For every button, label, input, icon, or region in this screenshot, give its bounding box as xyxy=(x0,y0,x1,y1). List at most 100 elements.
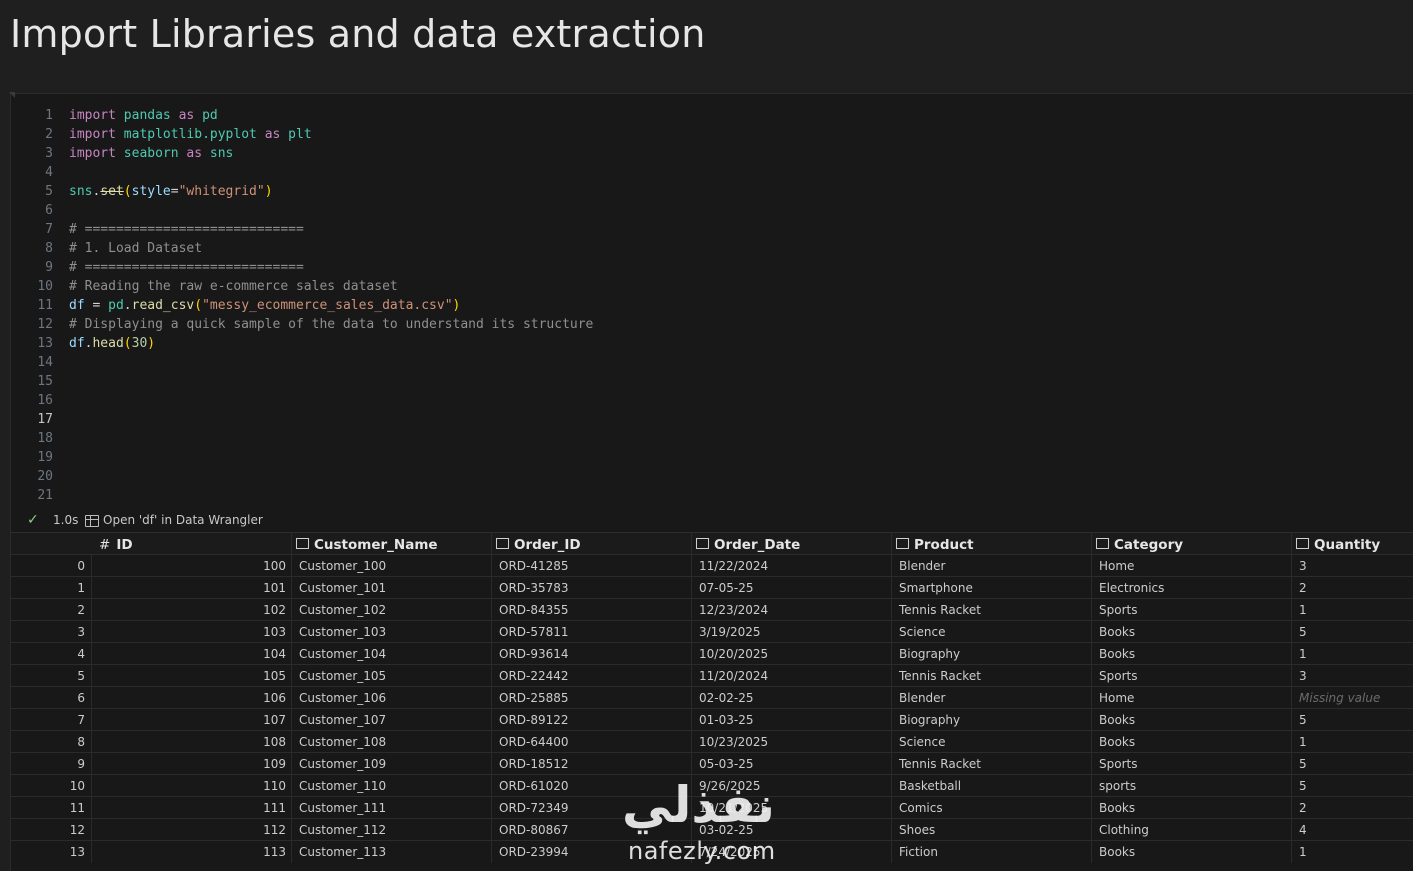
line-number: 12 xyxy=(37,317,53,332)
code-line-5[interactable]: 5 sns.set(style="whitegrid") xyxy=(11,182,1411,201)
hash-icon: # xyxy=(99,537,111,553)
code-line-11[interactable]: 11 df = pd.read_csv("messy_ecommerce_sale… xyxy=(11,296,1411,315)
column-header-category[interactable]: Category xyxy=(1091,533,1292,555)
table-row[interactable]: 8 108 Customer_108 ORD-64400 10/23/2025 Scien… xyxy=(11,730,1413,753)
table-row[interactable]: 2 102 Customer_102 ORD-84355 12/23/2024 Tenni… xyxy=(11,598,1413,621)
page-title: Import Libraries and data extraction xyxy=(10,12,706,56)
cell-order-date: 05-03-25 xyxy=(691,753,895,775)
column-label: ID xyxy=(116,537,133,553)
code-line-3[interactable]: 3 import seaborn as sns xyxy=(11,144,1411,163)
code-line-6[interactable]: 6 xyxy=(11,201,1411,220)
cell-order-date: 11/22/2024 xyxy=(691,555,895,577)
code-line-8[interactable]: 8 # 1. Load Dataset xyxy=(11,239,1411,258)
table-row[interactable]: 5 105 Customer_105 ORD-22442 11/20/2024 Tenni… xyxy=(11,664,1413,687)
column-label: Quantity xyxy=(1314,537,1381,553)
code-line-4[interactable]: 4 xyxy=(11,163,1411,182)
column-header-customer-name[interactable]: Customer_Name xyxy=(291,533,492,555)
row-index: 11 xyxy=(69,801,85,815)
code-line-7[interactable]: 7 # ============================ xyxy=(11,220,1411,239)
row-index: 10 xyxy=(69,779,85,793)
code-line-13[interactable]: 13 df.head(30) xyxy=(11,334,1411,353)
cell-quantity: 3 xyxy=(1291,555,1413,577)
text-type-icon xyxy=(496,538,509,549)
table-row[interactable]: 12 112 Customer_112 ORD-80867 03-02-25 Shoes C… xyxy=(11,818,1413,841)
cell-product: Science xyxy=(891,621,1095,643)
row-index: 3 xyxy=(77,625,85,639)
line-number: 17 xyxy=(37,412,53,427)
code-line-21[interactable]: 21 xyxy=(11,486,1411,505)
table-row[interactable]: 3 103 Customer_103 ORD-57811 3/19/2025 Scienc… xyxy=(11,620,1413,643)
column-label: Order_Date xyxy=(714,537,801,553)
cell-customer-name: Customer_106 xyxy=(291,687,495,709)
table-row[interactable]: 1 101 Customer_101 ORD-35783 07-05-25 Smartph… xyxy=(11,576,1413,599)
cell-customer-name: Customer_100 xyxy=(291,555,495,577)
code-line-1[interactable]: 1 import pandas as pd xyxy=(11,106,1411,125)
code-line-10[interactable]: 10 # Reading the raw e-commerce sales dat… xyxy=(11,277,1411,296)
cell-category: Sports xyxy=(1091,665,1295,687)
column-header-quantity[interactable]: Quantity xyxy=(1291,533,1413,555)
row-index: 9 xyxy=(77,757,85,771)
cell-id: 112 xyxy=(91,819,290,841)
notebook-code-cell[interactable]: 1 import pandas as pd 2 import matplotlib.… xyxy=(9,92,1413,871)
code-line-12[interactable]: 12 # Displaying a quick sample of the dat… xyxy=(11,315,1411,334)
line-number: 8 xyxy=(45,241,53,256)
table-row[interactable]: 6 106 Customer_106 ORD-25885 02-02-25 Blender… xyxy=(11,686,1413,709)
code-line-18[interactable]: 18 xyxy=(11,429,1411,448)
cell-product: Blender xyxy=(891,687,1095,709)
code-line-20[interactable]: 20 xyxy=(11,467,1411,486)
cell-category: Books xyxy=(1091,709,1295,731)
code-line-14[interactable]: 14 xyxy=(11,353,1411,372)
cell-status-bar: ✓ 1.0s Open 'df' in Data Wrangler xyxy=(11,507,1413,533)
cell-id: 106 xyxy=(91,687,290,709)
cell-order-id: ORD-93614 xyxy=(491,643,695,665)
column-header-product[interactable]: Product xyxy=(891,533,1092,555)
table-row[interactable]: 4 104 Customer_104 ORD-93614 10/20/2025 Biogr… xyxy=(11,642,1413,665)
code-line-19[interactable]: 19 xyxy=(11,448,1411,467)
code-line-2[interactable]: 2 import matplotlib.pyplot as plt xyxy=(11,125,1411,144)
column-header-id[interactable]: # ID xyxy=(91,533,293,555)
cell-customer-name: Customer_102 xyxy=(291,599,495,621)
cell-product: Tennis Racket xyxy=(891,753,1095,775)
line-number: 15 xyxy=(37,374,53,389)
cell-category: Sports xyxy=(1091,753,1295,775)
code-editor[interactable]: 1 import pandas as pd 2 import matplotlib.… xyxy=(11,103,1413,503)
line-number: 3 xyxy=(45,146,53,161)
cell-order-date: 02-02-25 xyxy=(691,687,895,709)
cell-order-id: ORD-80867 xyxy=(491,819,695,841)
code-line-15[interactable]: 15 xyxy=(11,372,1411,391)
table-row[interactable]: 11 111 Customer_111 ORD-72349 10/21/2025 Comi… xyxy=(11,796,1413,819)
cell-customer-name: Customer_108 xyxy=(291,731,495,753)
code-line-16[interactable]: 16 xyxy=(11,391,1411,410)
table-row[interactable]: 10 110 Customer_110 ORD-61020 9/26/2025 Baske… xyxy=(11,774,1413,797)
cell-customer-name: Customer_105 xyxy=(291,665,495,687)
cell-id: 105 xyxy=(91,665,290,687)
cell-category: Sports xyxy=(1091,599,1295,621)
line-number: 4 xyxy=(45,165,53,180)
cell-order-id: ORD-89122 xyxy=(491,709,695,731)
table-row[interactable]: 9 109 Customer_109 ORD-18512 05-03-25 Tennis … xyxy=(11,752,1413,775)
line-number: 19 xyxy=(37,450,53,465)
cell-quantity: 5 xyxy=(1291,709,1413,731)
cell-order-date: 12/23/2024 xyxy=(691,599,895,621)
cell-category: Electronics xyxy=(1091,577,1295,599)
cell-id: 108 xyxy=(91,731,290,753)
column-header-order-date[interactable]: Order_Date xyxy=(691,533,892,555)
cell-collapse-icon[interactable] xyxy=(9,92,15,98)
open-data-wrangler-link[interactable]: Open 'df' in Data Wrangler xyxy=(103,507,263,533)
table-row[interactable]: 0 100 Customer_100 ORD-41285 11/22/2024 Blend… xyxy=(11,554,1413,577)
code-line-9[interactable]: 9 # ============================ xyxy=(11,258,1411,277)
line-number: 13 xyxy=(37,336,53,351)
table-row[interactable]: 7 107 Customer_107 ORD-89122 01-03-25 Biograp… xyxy=(11,708,1413,731)
table-row[interactable]: 13 113 Customer_113 ORD-23994 7/24/2025 Ficti… xyxy=(11,840,1413,863)
cell-quantity: 1 xyxy=(1291,599,1413,621)
column-header-order-id[interactable]: Order_ID xyxy=(491,533,692,555)
line-number: 7 xyxy=(45,222,53,237)
cell-order-id: ORD-22442 xyxy=(491,665,695,687)
line-number: 5 xyxy=(45,184,53,199)
row-index: 1 xyxy=(77,581,85,595)
cell-category: Home xyxy=(1091,687,1295,709)
table-icon xyxy=(85,515,99,527)
cell-customer-name: Customer_111 xyxy=(291,797,495,819)
line-number: 10 xyxy=(37,279,53,294)
code-line-17[interactable]: 17 xyxy=(11,410,1411,429)
